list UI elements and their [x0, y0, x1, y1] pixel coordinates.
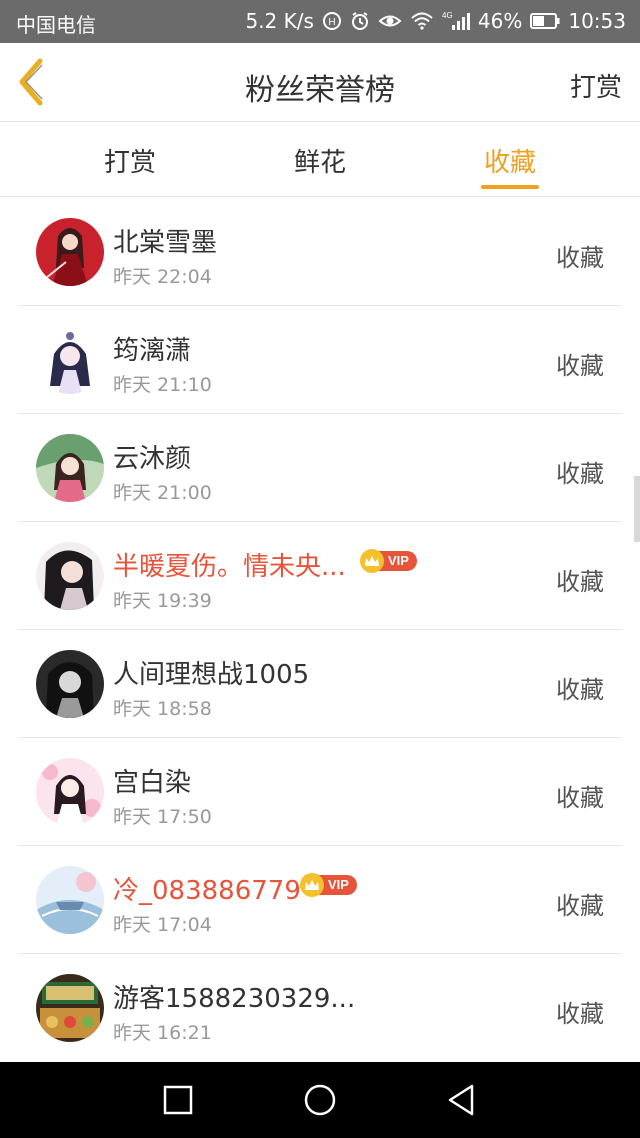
- square-icon: [163, 1085, 193, 1115]
- list-item[interactable]: 宫白染 昨天 17:50 收藏: [0, 738, 640, 846]
- user-name: 游客1588230329...: [113, 984, 356, 1014]
- list-item[interactable]: 冷_083886779 VIP 昨天 17:04 收藏: [0, 846, 640, 954]
- vip-badge: VIP: [300, 873, 357, 897]
- top-nav-bar: 粉丝荣誉榜 打赏: [0, 43, 640, 122]
- system-nav-bar: [0, 1062, 640, 1138]
- list-item[interactable]: 云沐颜 昨天 21:00 收藏: [0, 414, 640, 522]
- avatar: [36, 866, 104, 934]
- battery-icon: [530, 13, 560, 29]
- network-type-label: 4G: [442, 11, 453, 20]
- timestamp: 昨天 21:00: [113, 482, 212, 504]
- timestamp: 昨天 21:10: [113, 374, 212, 396]
- avatar: [36, 650, 104, 718]
- tab-favorites[interactable]: 收藏: [450, 142, 570, 179]
- clock: 10:53: [568, 9, 626, 33]
- alarm-icon: [350, 11, 370, 31]
- cellular-signal-icon: 4G: [442, 11, 470, 31]
- active-tab-indicator: [481, 185, 539, 189]
- action-label: 收藏: [556, 244, 604, 272]
- page-title: 粉丝荣誉榜: [245, 73, 395, 108]
- user-name: 冷_083886779: [113, 876, 301, 906]
- action-label: 收藏: [556, 892, 604, 920]
- user-name: 云沐颜: [113, 444, 192, 474]
- back-nav-button[interactable]: [444, 1082, 480, 1118]
- svg-text:H: H: [328, 17, 335, 28]
- timestamp: 昨天 16:21: [113, 1022, 212, 1044]
- triangle-back-icon: [448, 1084, 474, 1116]
- circle-icon: [304, 1084, 336, 1116]
- data-saver-icon: H: [322, 11, 342, 31]
- crown-icon: [360, 549, 384, 573]
- timestamp: 昨天 19:39: [113, 590, 212, 612]
- home-button[interactable]: [302, 1082, 338, 1118]
- avatar: [36, 326, 104, 394]
- action-label: 收藏: [556, 352, 604, 380]
- timestamp: 昨天 22:04: [113, 266, 212, 288]
- network-speed: 5.2 K/s: [245, 9, 314, 33]
- user-name: 人间理想战1005: [113, 660, 310, 690]
- list-item[interactable]: 半暖夏伤。情未央... VIP 昨天 19:39 收藏: [0, 522, 640, 630]
- timestamp: 昨天 17:04: [113, 914, 212, 936]
- vip-badge: VIP: [360, 549, 417, 573]
- action-label: 收藏: [556, 784, 604, 812]
- timestamp: 昨天 18:58: [113, 698, 212, 720]
- eye-comfort-icon: [378, 12, 402, 30]
- tab-reward[interactable]: 打赏: [70, 142, 190, 179]
- user-name: 宫白染: [113, 768, 192, 798]
- action-label: 收藏: [556, 568, 604, 596]
- status-bar: 中国电信 5.2 K/s H 4G 46% 10:53: [0, 0, 640, 43]
- avatar: [36, 974, 104, 1042]
- list-item[interactable]: 游客1588230329... 昨天 16:21 收藏: [0, 954, 640, 1062]
- carrier-name: 中国电信: [16, 13, 96, 37]
- tab-bar: 打赏 鲜花 收藏: [0, 122, 640, 197]
- fan-list[interactable]: 北棠雪墨 昨天 22:04 收藏 筠漓潇 昨天 21:10 收藏 云沐颜 昨天 …: [0, 198, 640, 1062]
- user-name: 筠漓潇: [113, 336, 192, 366]
- user-name: 北棠雪墨: [113, 228, 218, 258]
- crown-icon: [300, 873, 324, 897]
- wifi-icon: [410, 12, 434, 30]
- list-item[interactable]: 人间理想战1005 昨天 18:58 收藏: [0, 630, 640, 738]
- app-root: 中国电信 5.2 K/s H 4G 46% 10:53 粉丝荣誉榜 打赏 打赏 …: [0, 0, 640, 1138]
- avatar: [36, 218, 104, 286]
- status-icons: 5.2 K/s H 4G 46% 10:53: [245, 9, 626, 33]
- list-item[interactable]: 北棠雪墨 昨天 22:04 收藏: [0, 198, 640, 306]
- recents-button[interactable]: [160, 1082, 196, 1118]
- action-label: 收藏: [556, 676, 604, 704]
- action-label: 收藏: [556, 460, 604, 488]
- scrollbar-thumb[interactable]: [634, 476, 640, 542]
- list-item[interactable]: 筠漓潇 昨天 21:10 收藏: [0, 306, 640, 414]
- timestamp: 昨天 17:50: [113, 806, 212, 828]
- avatar: [36, 542, 104, 610]
- reward-button[interactable]: 打赏: [570, 67, 622, 104]
- avatar: [36, 434, 104, 502]
- tab-flowers[interactable]: 鲜花: [260, 142, 380, 179]
- action-label: 收藏: [556, 1000, 604, 1028]
- battery-percent: 46%: [477, 9, 523, 33]
- avatar: [36, 758, 104, 826]
- user-name: 半暖夏伤。情未央...: [113, 552, 346, 582]
